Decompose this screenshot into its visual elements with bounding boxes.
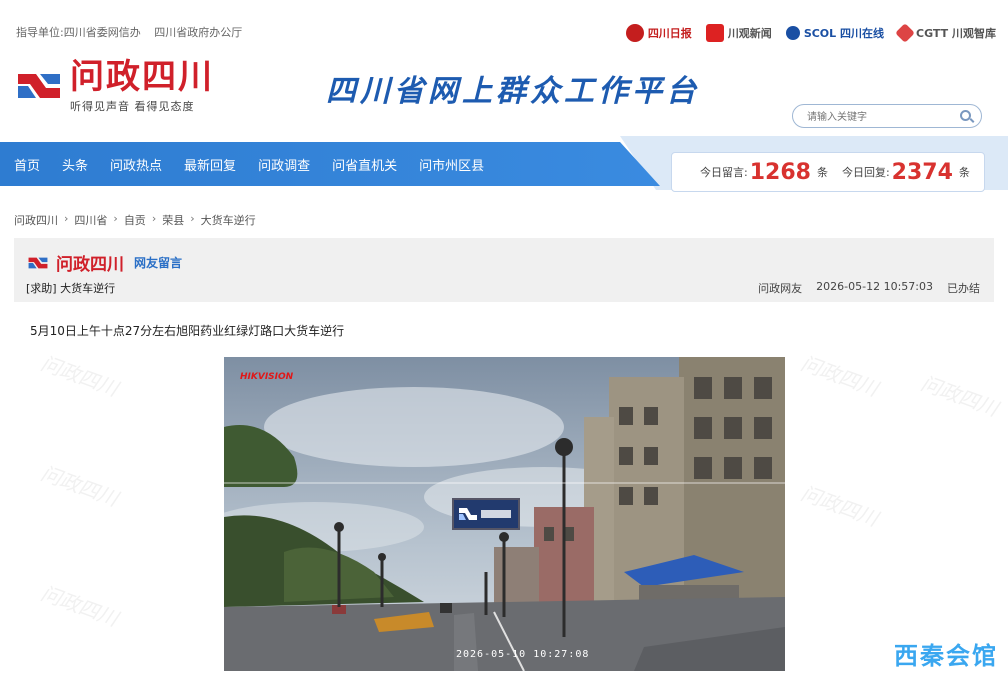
breadcrumb-item[interactable]: 荣县 [162, 212, 184, 228]
partner-links: 四川日报 川观新闻 SCOL 四川在线 CGTT 川观智库 [625, 23, 996, 43]
partner-label: SCOL 四川在线 [803, 27, 884, 40]
post-brand: 问政四川 网友留言 [26, 250, 182, 275]
guide-unit-1: 指导单位:四川省委网信办 [16, 26, 141, 39]
partner-label: 川观新闻 [727, 27, 772, 40]
logo-subtitle: 听得见声音 看得见态度 [70, 100, 195, 113]
road-sign-logo-icon [452, 498, 520, 530]
daily-stats: 今日留言: 1268 条 今日回复: 2374 条 [671, 152, 985, 192]
top-strip: 指导单位:四川省委网信办 四川省政府办公厅 四川日报 川观新闻 SCOL 四川在… [0, 0, 1008, 60]
background-watermark: 问政四川 [37, 580, 122, 631]
post-author: 问政网友 [758, 282, 803, 295]
today-messages-count: 1268 [749, 159, 811, 185]
partner-scol[interactable]: SCOL 四川在线 [785, 25, 884, 41]
scol-logo-icon [785, 26, 800, 40]
main-nav: 首页 头条 问政热点 最新回复 问政调查 问省直机关 问市州区县 [14, 142, 506, 186]
sichuan-daily-logo-icon [625, 24, 644, 42]
nav-item-latest-replies[interactable]: 最新回复 [184, 155, 236, 174]
nav-item-hot-topics[interactable]: 问政热点 [110, 155, 162, 174]
partner-chuanguan-news[interactable]: 川观新闻 [705, 24, 772, 42]
today-messages-unit: 条 [816, 166, 828, 179]
corner-watermark: 西秦会馆 [894, 642, 998, 670]
logo-mark-icon [16, 66, 62, 106]
camera-brand-watermark: HIKVISION [240, 372, 294, 382]
chuanguan-logo-icon [705, 24, 724, 42]
breadcrumb-current: 大货车逆行 [200, 214, 256, 227]
breadcrumb-item[interactable]: 四川省 [74, 212, 107, 228]
post-category-tag: 网友留言 [134, 256, 183, 270]
dashcam-photo: HIKVISION 2026-05-10 10:27:08 [224, 357, 785, 671]
guide-units: 指导单位:四川省委网信办 四川省政府办公厅 [16, 24, 242, 40]
site-logo[interactable]: 问政四川 听得见声音 看得见态度 [16, 58, 214, 114]
background-watermark: 问政四川 [37, 350, 122, 401]
nav-item-headlines[interactable]: 头条 [62, 155, 88, 174]
chevron-right-icon: › [113, 212, 118, 225]
chevron-right-icon: › [64, 212, 69, 225]
post-datetime: 2026-05-12 10:57:03 [816, 280, 933, 293]
cgtt-logo-icon [895, 23, 915, 43]
background-watermark: 问政四川 [797, 350, 882, 401]
search-input[interactable] [793, 106, 953, 129]
logo-mark-icon [26, 254, 50, 272]
nav-item-home[interactable]: 首页 [14, 155, 40, 174]
post-header: 问政四川 网友留言 [求助] 大货车逆行 问政网友 2026-05-12 10:… [14, 238, 994, 302]
post-brand-title: 问政四川 [56, 255, 124, 275]
search-box[interactable] [792, 104, 982, 129]
breadcrumb-item[interactable]: 问政四川 [14, 212, 58, 228]
post-meta: 问政网友 2026-05-12 10:57:03 已办结 [758, 280, 980, 296]
nav-item-provincial-agencies[interactable]: 问省直机关 [332, 155, 397, 174]
today-messages-label: 今日留言: [700, 166, 748, 179]
background-watermark: 问政四川 [797, 480, 882, 531]
search-icon[interactable] [960, 110, 971, 121]
post-title: [求助] 大货车逆行 [26, 282, 116, 295]
site-slogan: 四川省网上群众工作平台 [326, 74, 700, 109]
breadcrumb: 问政四川 › 四川省 › 自贡 › 荣县 › 大货车逆行 [14, 212, 256, 228]
partner-label: 四川日报 [647, 27, 692, 40]
breadcrumb-item[interactable]: 自贡 [124, 212, 146, 228]
partner-sichuan-daily[interactable]: 四川日报 [625, 24, 692, 42]
dashcam-timestamp: 2026-05-10 10:27:08 [456, 649, 590, 660]
partner-label: CGTT 川观智库 [916, 27, 996, 40]
nav-item-surveys[interactable]: 问政调查 [258, 155, 310, 174]
background-watermark: 问政四川 [917, 370, 1002, 421]
chevron-right-icon: › [190, 212, 195, 225]
today-replies-label: 今日回复: [841, 166, 890, 179]
logo-title: 问政四川 [70, 57, 214, 97]
chevron-right-icon: › [151, 212, 157, 225]
today-replies-count: 2374 [891, 159, 953, 185]
today-replies-unit: 条 [958, 166, 970, 179]
nav-item-cities-counties[interactable]: 问市州区县 [419, 155, 484, 174]
guide-unit-2: 四川省政府办公厅 [154, 26, 243, 39]
post-status: 已办结 [947, 282, 980, 295]
partner-cgtt[interactable]: CGTT 川观智库 [895, 23, 996, 43]
post-body-text: 5月10日上午十点27分左右旭阳药业红绿灯路口大货车逆行 [30, 324, 345, 338]
background-watermark: 问政四川 [37, 460, 122, 511]
